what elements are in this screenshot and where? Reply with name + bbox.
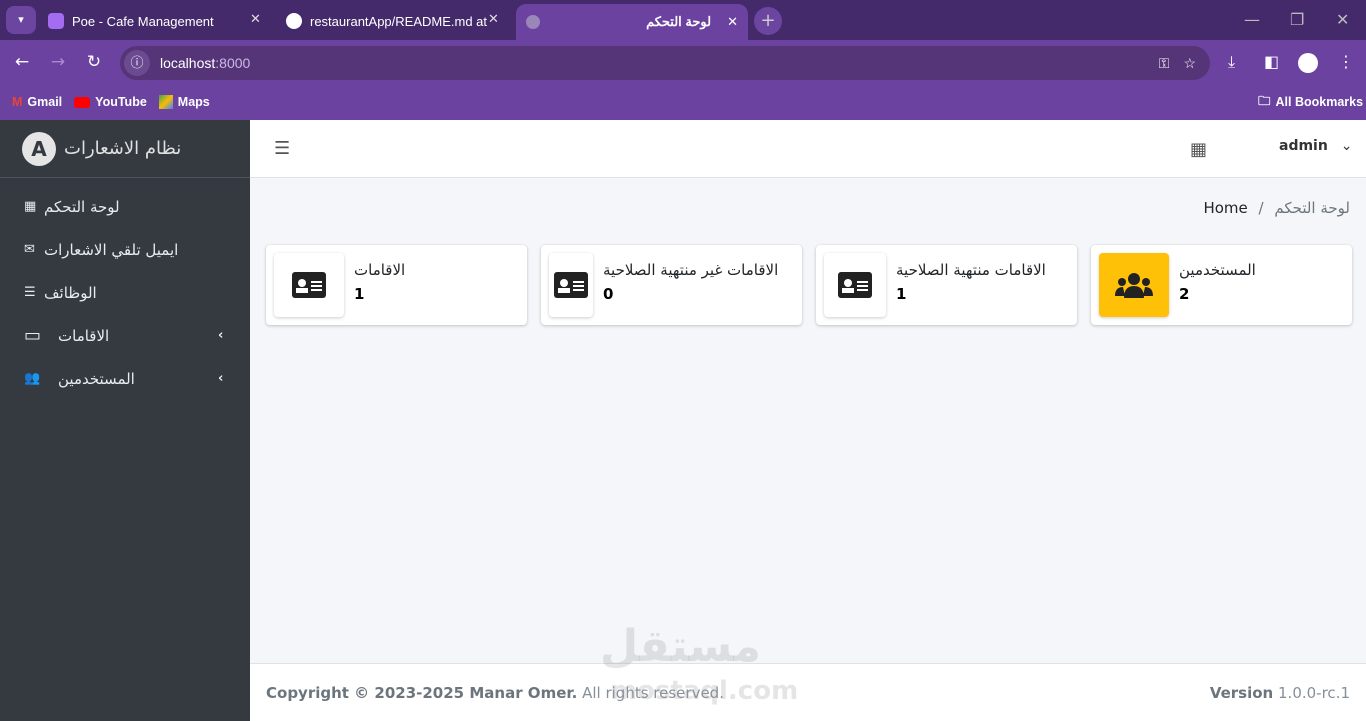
restore-button[interactable]: ❐: [1290, 10, 1304, 29]
new-tab-button[interactable]: +: [754, 7, 782, 35]
sidebar-item-label: ايميل تلقي الاشعارات: [44, 240, 179, 259]
info-box-label: الاقامات: [354, 261, 406, 279]
tab-title: لوحة التحكم: [646, 14, 712, 29]
bookmark-maps[interactable]: Maps: [158, 95, 210, 109]
close-tab-icon[interactable]: ✕: [250, 12, 261, 27]
top-navbar: ☰ ▦ admin ⌄: [250, 120, 1366, 178]
version-label: Version: [1209, 683, 1274, 702]
tasks-icon: ☰: [24, 285, 36, 300]
sidepanel-icon[interactable]: ◧: [1264, 52, 1279, 71]
url-port: :8000: [215, 55, 251, 71]
tab-bar: ▾ Poe - Cafe Management ✕ restaurantApp/…: [0, 0, 1366, 40]
tab-poe[interactable]: Poe - Cafe Management: [48, 6, 214, 36]
close-window-button[interactable]: ✕: [1336, 10, 1349, 29]
tab-title: Poe - Cafe Management: [72, 13, 214, 29]
tab-dashboard[interactable]: لوحة التحكم ✕: [516, 4, 748, 40]
sidebar-item-label: لوحة التحكم: [44, 197, 120, 216]
info-box-valid-residencies: الاقامات غير منتهية الصلاحية 0: [541, 245, 802, 325]
info-box-value: 0: [603, 285, 614, 303]
version-number: 1.0.0-rc.1: [1278, 683, 1350, 702]
bookmark-label: Maps: [177, 95, 210, 109]
folder-icon: 🗀: [1258, 93, 1271, 108]
info-box-value: 2: [1179, 285, 1190, 303]
site-info-icon[interactable]: ⓘ: [124, 50, 150, 76]
bookmark-label: All Bookmarks: [1275, 95, 1364, 109]
watermark: مستقل: [600, 621, 761, 672]
watermark-url: mostaql.com: [610, 676, 799, 706]
info-box-value: 1: [896, 285, 907, 303]
minimize-button[interactable]: —: [1244, 10, 1260, 29]
forward-button[interactable]: →: [40, 52, 76, 72]
breadcrumb-separator: /: [1258, 199, 1264, 217]
brand-text: نظام الاشعارات: [64, 138, 182, 159]
info-box-label: الاقامات منتهية الصلاحية: [896, 261, 1046, 279]
chart-icon: ▦: [24, 199, 37, 214]
bookmarks-bar: M Gmail YouTube Maps 🗀 All Bookmarks: [0, 84, 1366, 120]
username: admin: [1279, 138, 1328, 154]
menu-icon[interactable]: ⋮: [1338, 52, 1354, 71]
bookmark-youtube[interactable]: YouTube: [74, 95, 147, 109]
id-card-icon: [274, 253, 344, 317]
users-icon: [1099, 253, 1169, 317]
bookmark-label: Gmail: [27, 95, 63, 109]
brand-link[interactable]: A نظام الاشعارات: [0, 120, 250, 178]
close-tab-icon[interactable]: ✕: [727, 14, 738, 30]
sidebar-item-residencies[interactable]: ▭ الاقامات ‹: [0, 314, 250, 357]
info-box-label: المستخدمين: [1179, 261, 1256, 279]
logo: A: [22, 131, 56, 166]
all-bookmarks[interactable]: 🗀 All Bookmarks: [1244, 92, 1363, 113]
info-box-users: المستخدمين 2: [1091, 245, 1352, 325]
address-bar[interactable]: ⓘ localhost:8000 ⚿ ☆: [120, 46, 1210, 80]
breadcrumb-home[interactable]: Home: [1203, 199, 1247, 217]
sidebar-item-email[interactable]: ✉ ايميل تلقي الاشعارات: [0, 228, 250, 271]
grid-icon[interactable]: ▦: [1190, 139, 1207, 160]
sidebar-item-label: الوظائف: [44, 283, 97, 302]
sidebar: A نظام الاشعارات ▦ لوحة التحكم ✉ ايميل تلق…: [0, 120, 250, 721]
youtube-icon: [74, 96, 91, 108]
tab-search-button[interactable]: ▾: [6, 6, 36, 34]
gmail-icon: M: [12, 95, 23, 109]
close-tab-icon[interactable]: ✕: [488, 12, 499, 27]
users-icon: 👥: [24, 371, 41, 386]
tab-github[interactable]: restaurantApp/README.md at: [286, 6, 487, 36]
tab-title: restaurantApp/README.md at: [310, 13, 488, 29]
hamburger-menu-icon[interactable]: ☰: [274, 138, 290, 159]
sidebar-item-label: المستخدمين: [58, 369, 135, 388]
footer: Copyright © 2023-2025 Manar Omer. All ri…: [250, 663, 1366, 721]
key-icon[interactable]: ⚿: [1159, 55, 1170, 72]
star-icon[interactable]: ☆: [1183, 55, 1196, 72]
back-button[interactable]: ←: [4, 52, 40, 72]
info-box-expired-residencies: الاقامات منتهية الصلاحية 1: [816, 245, 1077, 325]
chevron-left-icon: ‹: [218, 328, 224, 343]
sidebar-item-dashboard[interactable]: ▦ لوحة التحكم: [0, 185, 250, 228]
profile-icon[interactable]: [1298, 53, 1318, 73]
id-card-icon: [824, 253, 886, 317]
id-card-icon: [549, 253, 593, 317]
sidebar-item-jobs[interactable]: ☰ الوظائف: [0, 271, 250, 314]
sidebar-item-users[interactable]: 👥 المستخدمين ‹: [0, 357, 250, 400]
chevron-down-icon: ⌄: [1340, 138, 1353, 154]
info-box-value: 1: [354, 285, 365, 303]
github-icon: [286, 13, 302, 29]
bookmark-gmail[interactable]: M Gmail: [12, 95, 62, 109]
url-host: localhost: [160, 55, 216, 71]
poe-icon: [48, 13, 64, 29]
bookmark-label: YouTube: [95, 95, 147, 109]
reload-button[interactable]: ↻: [76, 52, 112, 72]
info-box-residencies: الاقامات 1: [266, 245, 527, 325]
copyright-text: Copyright © 2023-2025 Manar Omer.: [266, 683, 578, 702]
id-card-icon: ▭: [24, 325, 42, 346]
globe-icon: [526, 15, 540, 29]
sidebar-item-label: الاقامات: [58, 326, 110, 345]
breadcrumb-current: لوحة التحكم: [1274, 199, 1350, 217]
user-menu[interactable]: admin ⌄: [1279, 138, 1352, 154]
maps-icon: [158, 95, 173, 109]
envelope-icon: ✉: [24, 242, 35, 257]
chevron-left-icon: ‹: [218, 371, 224, 386]
breadcrumb: Home / لوحة التحكم: [1203, 199, 1350, 217]
info-box-label: الاقامات غير منتهية الصلاحية: [603, 261, 779, 279]
download-icon[interactable]: ⤓: [1228, 52, 1235, 72]
